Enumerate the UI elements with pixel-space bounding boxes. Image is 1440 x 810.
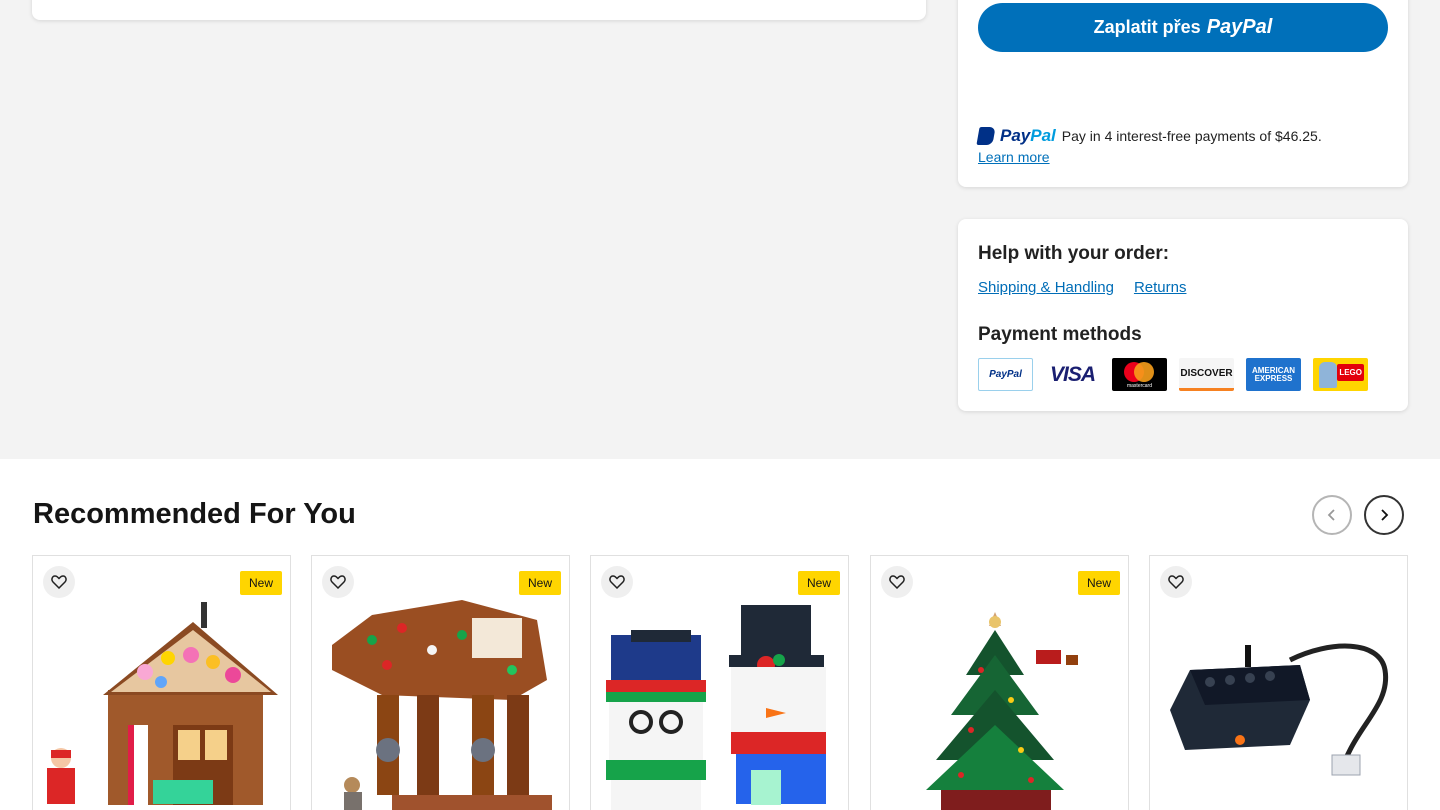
product-card[interactable]: New [311,555,570,810]
mastercard-method-icon: mastercard [1112,358,1167,391]
product-card[interactable]: New [590,555,849,810]
wishlist-button[interactable] [43,566,75,598]
paypal-logo-icon [976,127,996,145]
help-title: Help with your order: [978,243,1170,264]
recommended-section: Recommended For You New New New New [0,459,1440,810]
paypal-button-brand: PayPal [1206,16,1273,38]
new-badge: New [518,571,561,595]
paylater-brand: PayPal [1000,126,1056,145]
heart-icon [51,575,67,589]
heart-icon [609,575,625,589]
christmas-tree-image [926,612,1078,810]
paylater-text: Pay in 4 interest-free payments of $46.2… [1061,128,1322,144]
carousel-prev-button[interactable] [1312,495,1352,535]
new-badge: New [1077,571,1120,595]
gingerbread-at-at-image [332,600,552,810]
payment-card: Zaplatit přes PayPal PayPal Pay in 4 int… [958,0,1408,187]
discover-method-icon: DISCOVER [1179,358,1234,391]
learn-more-link[interactable]: Learn more [978,149,1050,165]
heart-icon [1168,575,1184,589]
paypal-button-prefix: Zaplatit přes [1093,17,1201,37]
train-motor-image [1170,643,1389,776]
returns-link[interactable]: Returns [1134,279,1187,296]
wishlist-button[interactable] [322,566,354,598]
payment-methods-title: Payment methods [978,324,1142,345]
snowmen-brickheadz-image [606,605,826,810]
product-card[interactable]: New [32,555,291,810]
help-card: Help with your order: Shipping & Handlin… [958,219,1408,411]
heart-icon [330,575,346,589]
paypal-method-icon: PayPal [978,358,1033,391]
paylater-message: PayPal Pay in 4 interest-free payments o… [976,126,1388,167]
wishlist-button[interactable] [1160,566,1192,598]
order-summary-card [32,0,926,20]
product-card[interactable] [1149,555,1408,810]
chevron-left-icon [1327,509,1335,521]
gingerbread-house-image [47,602,278,805]
new-badge: New [797,571,840,595]
carousel-next-button[interactable] [1364,495,1404,535]
recommended-title: Recommended For You [33,498,356,530]
lego-giftcard-method-icon: LEGO [1313,358,1368,391]
wishlist-button[interactable] [881,566,913,598]
new-badge: New [239,571,282,595]
wishlist-button[interactable] [601,566,633,598]
help-links: Shipping & Handling Returns [978,279,1186,296]
amex-method-icon: AMERICAN EXPRESS [1246,358,1301,391]
payment-methods-logos: PayPal VISA mastercard DISCOVER AMERICAN… [978,358,1368,391]
visa-method-icon: VISA [1045,358,1100,391]
heart-icon [889,575,905,589]
paypal-checkout-button[interactable]: Zaplatit přes PayPal [978,3,1388,52]
chevron-right-icon [1381,509,1389,521]
product-card[interactable]: New [870,555,1129,810]
shipping-handling-link[interactable]: Shipping & Handling [978,279,1114,296]
